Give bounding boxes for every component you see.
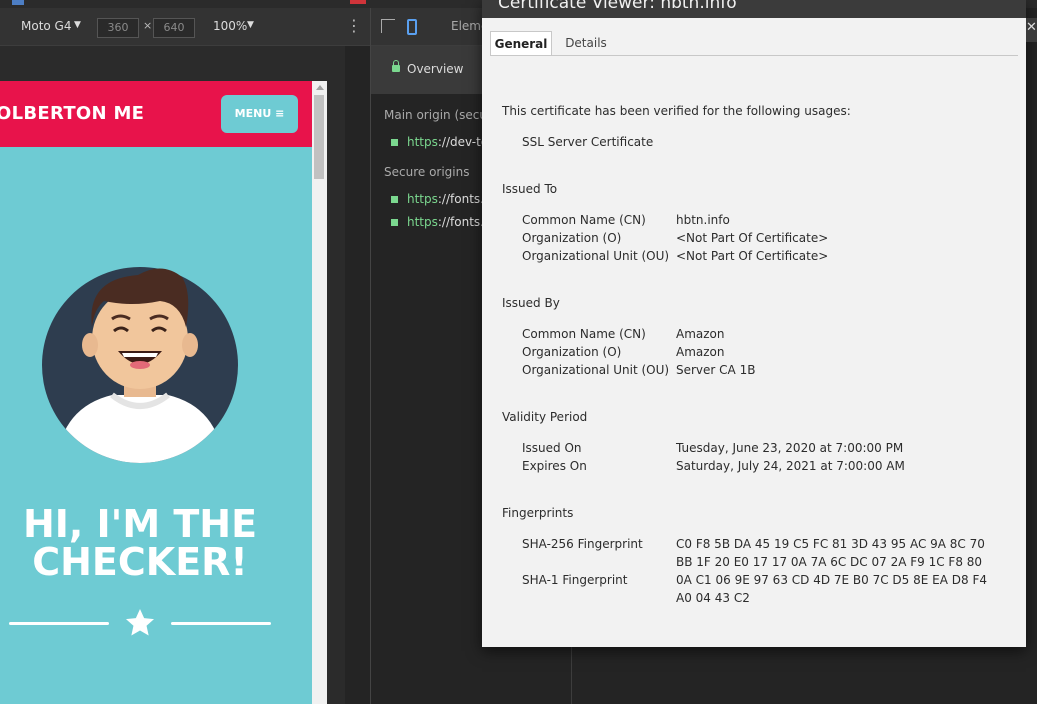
device-toolbar: Moto G4 ▼ 360 × 640 100% ▼ ⋮ <box>0 8 371 46</box>
usage-value: SSL Server Certificate <box>522 135 654 149</box>
times-icon: × <box>143 19 153 32</box>
zoom-select[interactable]: 100% <box>213 19 247 33</box>
issued-to-heading: Issued To <box>502 182 558 196</box>
field-value: <Not Part Of Certificate> <box>676 231 829 245</box>
overview-label: Overview <box>407 62 464 76</box>
more-options-icon[interactable]: ⋮ <box>346 16 362 35</box>
origin-scheme: https <box>407 135 438 149</box>
hero-line-1: HI, I'M THE <box>22 502 258 546</box>
star-icon <box>126 609 154 636</box>
certificate-general-pane: This certificate has been verified for t… <box>490 55 1018 641</box>
verified-usage-text: This certificate has been verified for t… <box>502 104 851 118</box>
secure-origin-link[interactable]: https://fonts.g <box>391 215 492 229</box>
field-label: Issued On <box>522 441 582 455</box>
dialog-title: Certificate Viewer: hbtn.info <box>498 0 737 13</box>
sha256-value-line-1: C0 F8 5B DA 45 19 C5 FC 81 3D 43 95 AC 9… <box>676 537 985 551</box>
field-label: Common Name (CN) <box>522 213 646 227</box>
divider-left <box>9 622 109 625</box>
sha1-value-line-2: A0 04 43 C2 <box>676 591 750 605</box>
menu-button[interactable]: MENU ≡ <box>221 95 298 133</box>
certificate-viewer-dialog: Certificate Viewer: hbtn.info General De… <box>482 0 1026 647</box>
chevron-down-icon[interactable]: ▼ <box>74 20 81 30</box>
main-origin-link[interactable]: https://dev-to <box>391 135 488 149</box>
sha1-label: SHA-1 Fingerprint <box>522 573 628 587</box>
field-value: Amazon <box>676 327 725 341</box>
close-icon[interactable]: ✕ <box>1026 18 1037 42</box>
field-value: <Not Part Of Certificate> <box>676 249 829 263</box>
secure-dot-icon <box>391 196 398 203</box>
device-toggle-icon[interactable] <box>407 19 417 35</box>
field-label: Expires On <box>522 459 587 473</box>
secure-origins-heading: Secure origins <box>384 165 470 179</box>
origin-host: ://dev-to <box>437 135 489 149</box>
site-header: OLBERTON ME MENU ≡ <box>0 81 312 147</box>
validity-heading: Validity Period <box>502 410 588 424</box>
field-value: Server CA 1B <box>676 363 756 377</box>
tab-details[interactable]: Details <box>556 31 616 56</box>
secure-dot-icon <box>391 219 398 226</box>
device-select[interactable]: Moto G4 <box>21 19 72 33</box>
field-value: Amazon <box>676 345 725 359</box>
origin-scheme: https <box>407 192 438 206</box>
site-logo[interactable]: OLBERTON ME <box>0 103 144 124</box>
height-input[interactable]: 640 <box>153 18 195 38</box>
origin-scheme: https <box>407 215 438 229</box>
page-scrollbar[interactable] <box>312 81 327 704</box>
device-viewport: OLBERTON ME MENU ≡ HI, I'M THE CHECKER! <box>0 46 345 704</box>
avatar-illustration <box>42 267 238 463</box>
sha256-value-line-2: BB 1F 20 E0 17 17 0A 7A 6C DC 07 2A F9 1… <box>676 555 983 569</box>
sha1-value-line-1: 0A C1 06 9E 97 63 CD 4D 7E B0 7C D5 8E E… <box>676 573 987 587</box>
browser-tab-indicator <box>350 0 366 4</box>
scroll-thumb[interactable] <box>314 95 324 179</box>
issued-by-heading: Issued By <box>502 296 560 310</box>
hero-title: HI, I'M THE CHECKER! <box>0 505 280 581</box>
field-label: Organizational Unit (OU) <box>522 363 670 377</box>
tab-general[interactable]: General <box>490 31 552 56</box>
sha256-label: SHA-256 Fingerprint <box>522 537 643 551</box>
field-value: hbtn.info <box>676 213 730 227</box>
field-label: Organizational Unit (OU) <box>522 249 670 263</box>
field-value: Tuesday, June 23, 2020 at 7:00:00 PM <box>676 441 904 455</box>
field-label: Organization (O) <box>522 345 622 359</box>
field-label: Common Name (CN) <box>522 327 646 341</box>
inspect-element-icon[interactable] <box>381 19 395 33</box>
fingerprints-heading: Fingerprints <box>502 506 574 520</box>
secure-dot-icon <box>391 139 398 146</box>
screen: Moto G4 ▼ 360 × 640 100% ▼ ⋮ OLBERTON ME… <box>0 0 1037 704</box>
lock-icon <box>392 60 400 72</box>
width-input[interactable]: 360 <box>97 18 139 38</box>
scroll-up-arrow-icon[interactable] <box>316 85 324 90</box>
chevron-down-icon[interactable]: ▼ <box>247 20 254 30</box>
divider-right <box>171 622 271 625</box>
hero-line-2: CHECKER! <box>32 540 248 584</box>
field-label: Organization (O) <box>522 231 622 245</box>
field-value: Saturday, July 24, 2021 at 7:00:00 AM <box>676 459 905 473</box>
secure-origin-link[interactable]: https://fonts.g <box>391 192 492 206</box>
page-content: OLBERTON ME MENU ≡ HI, I'M THE CHECKER! <box>0 81 312 704</box>
browser-tab-icon <box>12 0 24 5</box>
dialog-titlebar[interactable]: Certificate Viewer: hbtn.info <box>482 0 1026 18</box>
